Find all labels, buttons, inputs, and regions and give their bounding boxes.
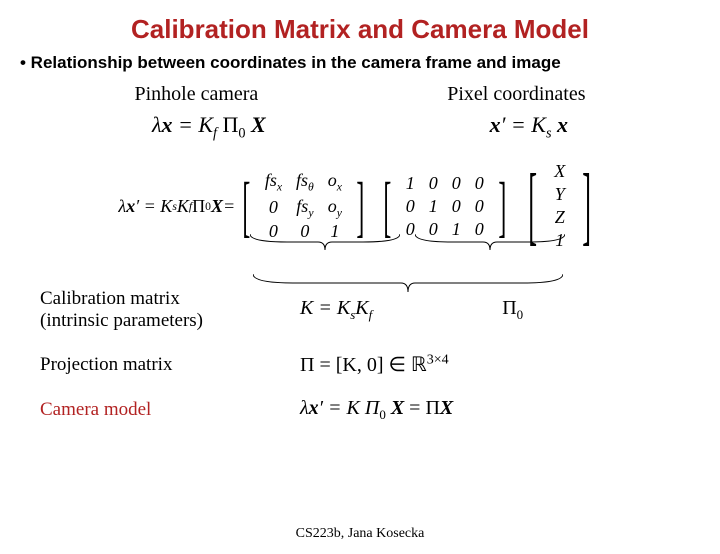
eq-calibration: K = KsKf Π0 xyxy=(270,297,720,323)
curly-brace-icon xyxy=(253,274,563,292)
eq-camera-model: λx′ = K Π0 X = ΠX xyxy=(270,397,720,423)
eq-projection: Π = [K, 0] ∈ ℝ3×4 xyxy=(270,352,720,377)
bullet-line: • Relationship between coordinates in th… xyxy=(20,53,720,73)
curly-brace-icon xyxy=(415,234,565,250)
label-projection: Projection matrix xyxy=(40,354,270,376)
slide-title: Calibration Matrix and Camera Model xyxy=(0,14,720,45)
intrinsic-matrix: fsxfsθox 0fsyoy 001 xyxy=(258,169,349,243)
label-camera-model: Camera model xyxy=(40,399,270,421)
subhead-pinhole: Pinhole camera xyxy=(134,83,258,106)
big-equation: λx′ = KsKf Π0X = [ fsxfsθox 0fsyoy 001 ]… xyxy=(0,160,720,252)
projection-matrix: 1000 0100 0010 xyxy=(399,172,491,241)
subhead-pixel: Pixel coordinates xyxy=(447,83,585,106)
label-calibration: Calibration matrix (intrinsic parameters… xyxy=(40,288,270,332)
curly-brace-icon xyxy=(250,234,400,250)
eq-pixel: x′ = Ks x xyxy=(490,112,568,142)
eq-pinhole: λx = Kf Π0 X xyxy=(152,112,266,142)
